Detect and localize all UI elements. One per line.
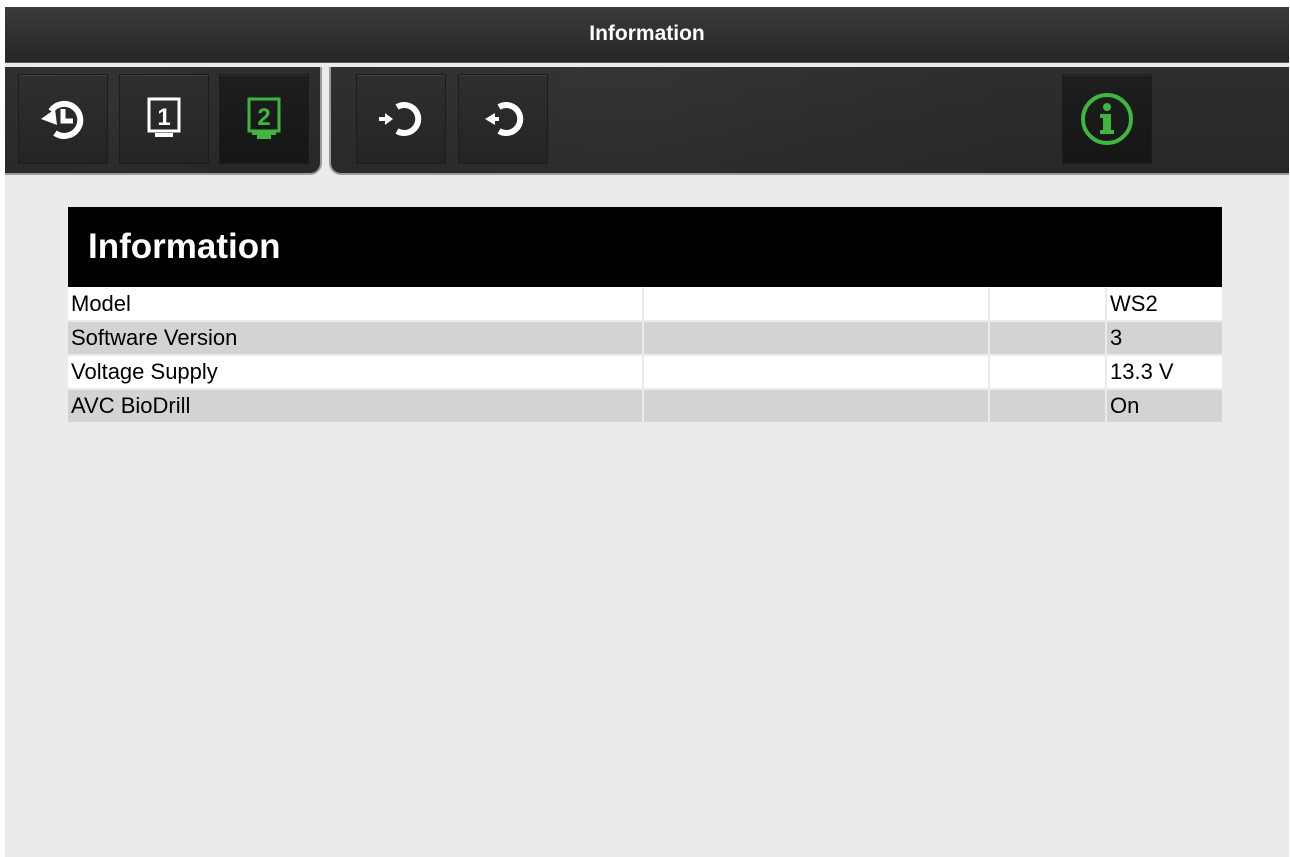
row-cell	[643, 355, 990, 390]
row-value: On	[1106, 389, 1222, 424]
table-row: Model WS2	[68, 287, 1222, 322]
table-row: Software Version 3	[68, 321, 1222, 356]
monitor-2-button[interactable]: 2	[220, 75, 308, 163]
information-table: Model WS2 Software Version 3 Voltage Sup…	[68, 287, 1222, 424]
row-cell	[989, 287, 1107, 322]
row-label: Voltage Supply	[68, 355, 644, 390]
monitor-1-icon: 1	[147, 97, 181, 137]
window-title: Information	[589, 22, 705, 45]
row-cell	[989, 321, 1107, 356]
information-heading: Information	[68, 207, 1222, 287]
info-icon	[1081, 93, 1133, 145]
row-cell	[643, 321, 990, 356]
info-button[interactable]	[1063, 75, 1151, 163]
row-cell	[643, 287, 990, 322]
restore-in-icon	[379, 102, 422, 136]
title-bar: Information	[5, 7, 1289, 63]
row-cell	[643, 389, 990, 424]
monitor-1-button[interactable]: 1	[120, 75, 208, 163]
table-row: AVC BioDrill On	[68, 389, 1222, 424]
app-window: Information 1 2 Information Model WS2 So…	[5, 7, 1289, 857]
row-cell	[989, 389, 1107, 424]
history-icon	[41, 100, 84, 139]
row-label: Software Version	[68, 321, 644, 356]
restore-out-button[interactable]	[459, 75, 547, 163]
row-value: 13.3 V	[1106, 355, 1222, 390]
row-label: AVC BioDrill	[68, 389, 644, 424]
restore-out-icon	[485, 102, 524, 136]
history-button[interactable]	[19, 75, 107, 163]
row-cell	[989, 355, 1107, 390]
table-row: Voltage Supply 13.3 V	[68, 355, 1222, 390]
row-label: Model	[68, 287, 644, 322]
svg-text:1: 1	[157, 104, 170, 131]
svg-text:2: 2	[257, 104, 270, 131]
row-value: WS2	[1106, 287, 1222, 322]
row-value: 3	[1106, 321, 1222, 356]
information-panel: Information Model WS2 Software Version 3…	[68, 207, 1222, 424]
monitor-2-icon: 2	[247, 97, 281, 139]
restore-in-button[interactable]	[357, 75, 445, 163]
